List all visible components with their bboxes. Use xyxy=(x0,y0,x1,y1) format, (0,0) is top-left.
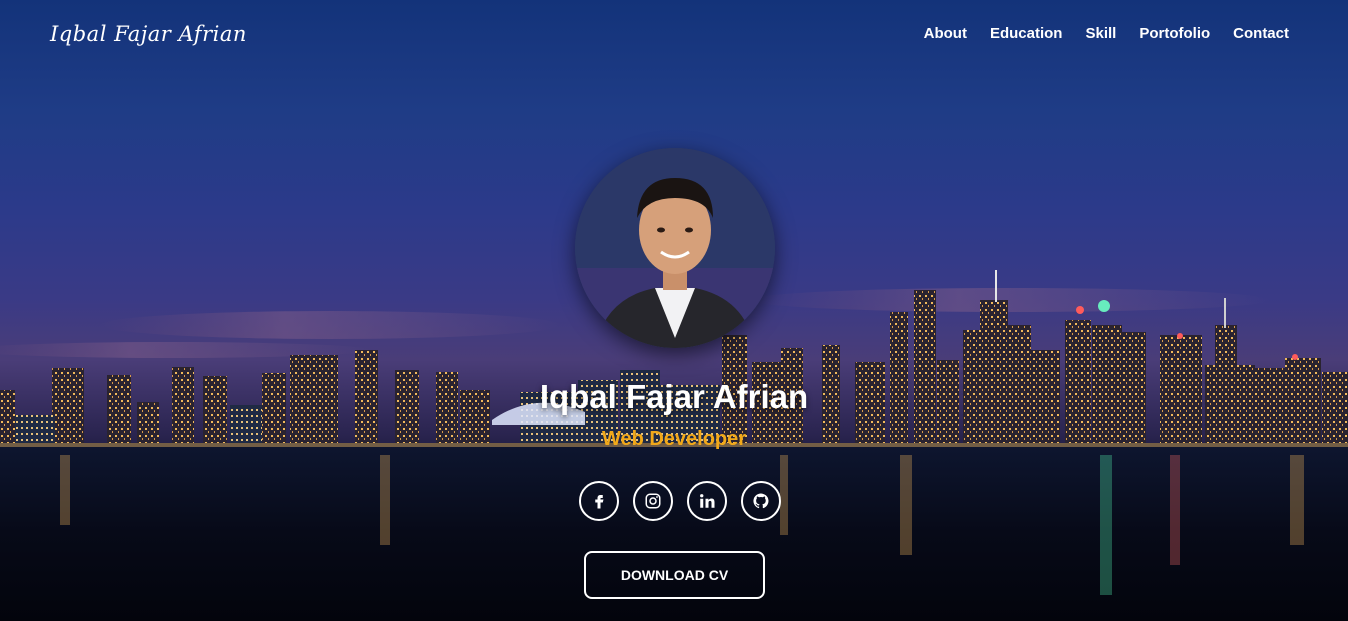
site-logo[interactable]: Iqbal Fajar Afrian xyxy=(50,22,247,46)
instagram-link[interactable] xyxy=(633,481,673,521)
profile-photo xyxy=(575,148,775,348)
avatar-illustration xyxy=(575,148,775,348)
github-link[interactable] xyxy=(741,481,781,521)
hero-role: Web Developer xyxy=(601,428,747,450)
github-icon xyxy=(753,493,769,509)
facebook-link[interactable] xyxy=(579,481,619,521)
linkedin-icon xyxy=(700,494,715,508)
facebook-icon xyxy=(595,495,604,509)
instagram-icon xyxy=(645,493,661,509)
linkedin-link[interactable] xyxy=(687,481,727,521)
social-links xyxy=(579,481,781,521)
nav-item-contact[interactable]: Contact xyxy=(1233,25,1289,42)
download-cv-button[interactable]: DOWNLOAD CV xyxy=(584,551,765,599)
nav-item-about[interactable]: About xyxy=(924,25,967,42)
nav-item-portofolio[interactable]: Portofolio xyxy=(1139,25,1210,42)
nav-item-skill[interactable]: Skill xyxy=(1085,25,1116,42)
main-nav: About Education Skill Portofolio Contact xyxy=(924,25,1289,42)
hero-name: Iqbal Fajar Afrian xyxy=(539,378,809,415)
nav-item-education[interactable]: Education xyxy=(990,25,1063,42)
